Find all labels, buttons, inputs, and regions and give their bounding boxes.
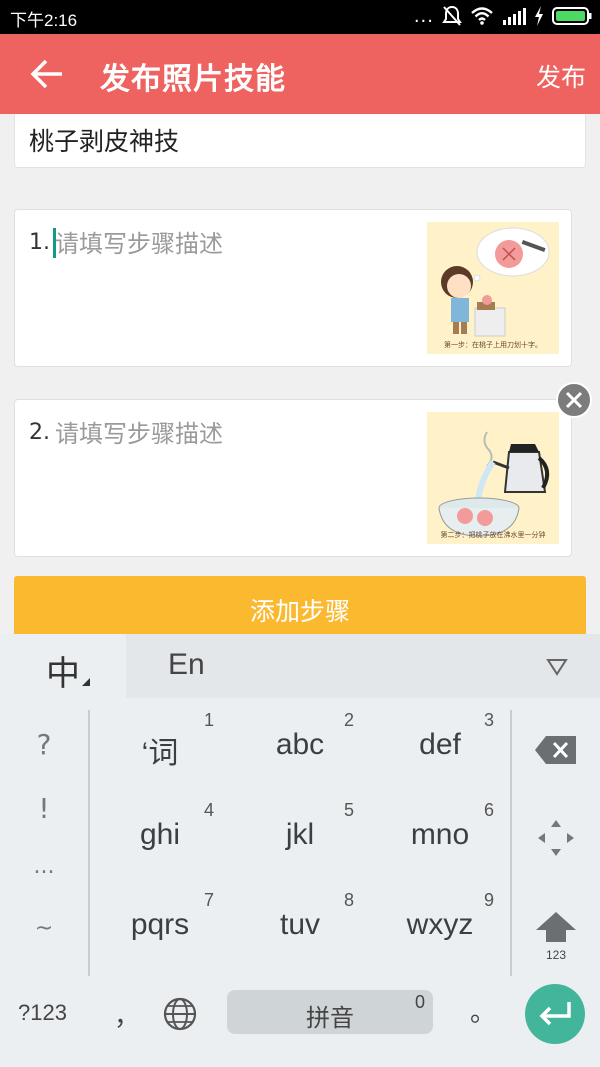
- collapse-keyboard-icon[interactable]: [546, 658, 568, 676]
- keyboard-bottom-row: ?123 ， 拼音 0 。: [0, 978, 600, 1067]
- enter-icon: [539, 1002, 571, 1026]
- step-image[interactable]: 第二步：把桃子放在沸水里一分钟: [427, 412, 559, 544]
- step-illustration: [427, 412, 559, 544]
- step-image-caption: 第一步：在桃子上用刀划十字。: [444, 341, 542, 349]
- back-arrow-icon[interactable]: [28, 56, 68, 92]
- step-illustration: [427, 222, 559, 354]
- punctuation-key[interactable]: ~: [0, 916, 88, 941]
- battery-icon: [552, 7, 592, 25]
- punctuation-key[interactable]: ...: [0, 854, 88, 879]
- skill-title-field[interactable]: 桃子剥皮神技: [14, 114, 586, 168]
- close-icon: [565, 391, 583, 409]
- key-2[interactable]: abc 2: [230, 702, 370, 788]
- shift-key-label: 123: [545, 948, 567, 962]
- punctuation-key[interactable]: !: [0, 792, 88, 825]
- status-dots: ...: [413, 5, 434, 27]
- cursor-move-icon[interactable]: [536, 818, 576, 858]
- key-3[interactable]: def 3: [370, 702, 510, 788]
- signal-icon: [503, 8, 526, 25]
- punctuation-key[interactable]: ?: [0, 728, 88, 761]
- keyboard-top-bar: 中 En: [0, 634, 600, 698]
- function-column: 123: [512, 698, 600, 978]
- publish-button[interactable]: 发布: [536, 58, 586, 94]
- english-mode-button[interactable]: En: [168, 648, 205, 682]
- key-4[interactable]: ghi 4: [90, 792, 230, 878]
- key-8[interactable]: tuv 8: [230, 882, 370, 968]
- shift-arrow-icon[interactable]: [534, 910, 578, 944]
- key-5[interactable]: jkl 5: [230, 792, 370, 878]
- key-6[interactable]: mno 6: [370, 792, 510, 878]
- status-time: 下午2:16: [10, 11, 78, 30]
- globe-icon[interactable]: [162, 996, 198, 1032]
- step-image[interactable]: 第一步：在桃子上用刀划十字。: [427, 222, 559, 354]
- page-title: 发布照片技能: [100, 62, 286, 97]
- mute-icon: [442, 5, 462, 26]
- key-7[interactable]: pqrs 7: [90, 882, 230, 968]
- add-step-button[interactable]: 添加步骤: [14, 576, 586, 634]
- status-bar: 下午2:16 ...: [0, 0, 600, 34]
- key-9[interactable]: wxyz 9: [370, 882, 510, 968]
- wifi-icon: [471, 7, 493, 25]
- chinese-mode-label: 中: [46, 654, 80, 694]
- enter-button[interactable]: [525, 984, 585, 1044]
- step-description-input[interactable]: 请填写步骤描述: [55, 414, 223, 449]
- space-key-number: 0: [414, 992, 425, 1012]
- skill-title-value: 桃子剥皮神技: [29, 127, 180, 156]
- comma-key[interactable]: ，: [114, 996, 140, 1033]
- chinese-mode-button[interactable]: 中: [0, 634, 126, 698]
- backspace-icon[interactable]: [534, 734, 578, 766]
- soft-keyboard: 中 En ? ! ... ~ ‘词 1 abc 2 def 3 ghi 4 jk…: [0, 634, 600, 1067]
- punctuation-column: ? ! ... ~: [0, 698, 88, 978]
- step-card: 1. 请填写步骤描述 第一步：在桃子上用刀划十字。: [14, 209, 572, 367]
- symbols-key[interactable]: ?123: [18, 1000, 67, 1026]
- step-card: 2. 请填写步骤描述 第二步：把桃子放在沸水里一分钟: [14, 399, 572, 557]
- step-number: 2.: [29, 420, 50, 445]
- corner-triangle-icon: [82, 678, 90, 686]
- step-description-input[interactable]: 请填写步骤描述: [55, 224, 223, 259]
- space-key[interactable]: 拼音 0: [227, 990, 433, 1034]
- step-number: 1.: [29, 230, 50, 255]
- key-1[interactable]: ‘词 1: [90, 702, 230, 788]
- step-image-caption: 第二步：把桃子放在沸水里一分钟: [440, 531, 546, 539]
- period-key[interactable]: 。: [470, 992, 496, 1029]
- space-key-label: 拼音: [306, 1004, 354, 1032]
- charging-icon: [535, 6, 543, 26]
- delete-step-button[interactable]: [556, 382, 592, 418]
- app-bar: 发布照片技能 发布: [0, 34, 600, 114]
